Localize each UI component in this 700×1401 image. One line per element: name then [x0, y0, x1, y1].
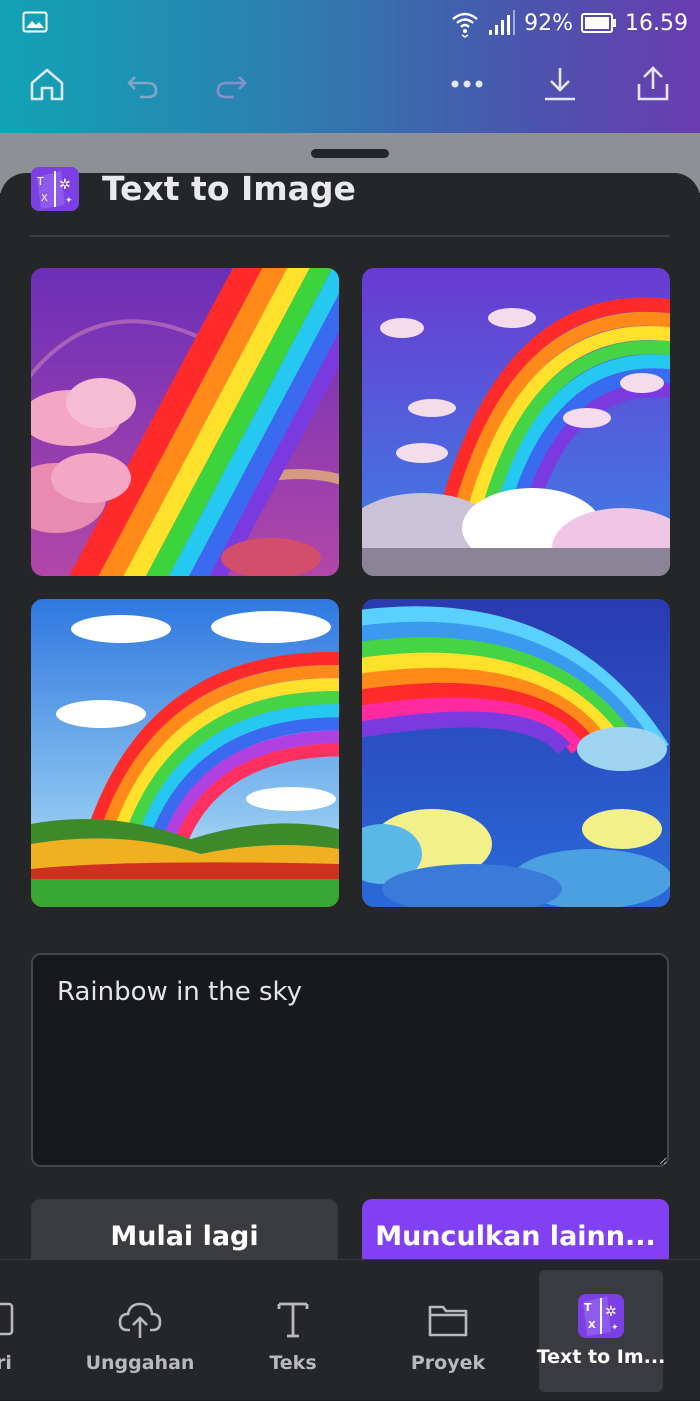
battery-icon: [581, 13, 617, 33]
result-image-1[interactable]: [31, 268, 339, 576]
svg-text:T: T: [584, 1301, 592, 1314]
nav-label: Proyek: [410, 1352, 486, 1374]
svg-text:✦: ✦: [611, 1323, 619, 1333]
svg-text:T: T: [36, 175, 44, 188]
folder-icon: [427, 1294, 469, 1346]
panel-header: T X ✲ ✦ Text to Image: [30, 167, 670, 237]
result-image-2[interactable]: [362, 268, 670, 576]
svg-text:✦: ✦: [65, 196, 73, 206]
bottom-nav: ri Unggahan Teks Proyek T X ✲ ✦ Text to …: [0, 1259, 700, 1400]
share-icon: [637, 66, 669, 101]
redo-button[interactable]: [210, 62, 254, 106]
undo-button[interactable]: [120, 62, 164, 106]
status-right: 92% 16.59: [450, 8, 688, 38]
share-button[interactable]: [631, 62, 675, 106]
drag-handle[interactable]: [311, 149, 389, 158]
svg-text:X: X: [41, 193, 48, 204]
more-icon: [451, 80, 483, 88]
wifi-icon: [452, 12, 478, 38]
result-image-4[interactable]: [362, 599, 670, 907]
nav-label: Teks: [269, 1352, 317, 1374]
text-to-image-panel: T X ✲ ✦ Text to Image Rainbow in the sky…: [0, 167, 700, 1279]
image-icon: [22, 11, 48, 33]
clock: 16.59: [625, 10, 688, 36]
upload-cloud-icon: [118, 1294, 162, 1346]
text-to-image-icon: T X ✲ ✦: [577, 1290, 625, 1342]
nav-label: Unggahan: [85, 1352, 195, 1374]
svg-text:✲: ✲: [59, 177, 71, 193]
redo-icon: [216, 76, 247, 99]
svg-text:X: X: [588, 1320, 596, 1331]
top-header: 92% 16.59: [0, 0, 700, 133]
status-bar: 92% 16.59: [0, 0, 700, 48]
partial-icon: [0, 1294, 16, 1346]
nav-item-partial[interactable]: ri: [0, 1260, 24, 1401]
nav-item-upload[interactable]: Unggahan: [80, 1260, 200, 1401]
nav-item-text-to-image[interactable]: T X ✲ ✦ Text to Im...: [536, 1270, 666, 1392]
nav-item-text[interactable]: Teks: [243, 1260, 343, 1401]
more-button[interactable]: [445, 62, 489, 106]
nav-label: ri: [0, 1352, 12, 1374]
nav-label: Text to Im...: [536, 1346, 666, 1368]
signal-icon: [489, 10, 516, 35]
undo-icon: [127, 76, 158, 99]
svg-text:✲: ✲: [605, 1304, 617, 1320]
prompt-input[interactable]: Rainbow in the sky: [31, 953, 669, 1167]
nav-item-projects[interactable]: Proyek: [398, 1260, 498, 1401]
home-button[interactable]: [25, 62, 69, 106]
download-icon: [545, 68, 575, 101]
panel-title: Text to Image: [102, 169, 356, 208]
text-icon: [275, 1294, 311, 1346]
download-button[interactable]: [538, 62, 582, 106]
battery-percent: 92%: [524, 10, 574, 36]
text-to-image-icon: T X ✲ ✦: [31, 167, 79, 211]
result-image-3[interactable]: [31, 599, 339, 907]
home-icon: [30, 68, 64, 101]
